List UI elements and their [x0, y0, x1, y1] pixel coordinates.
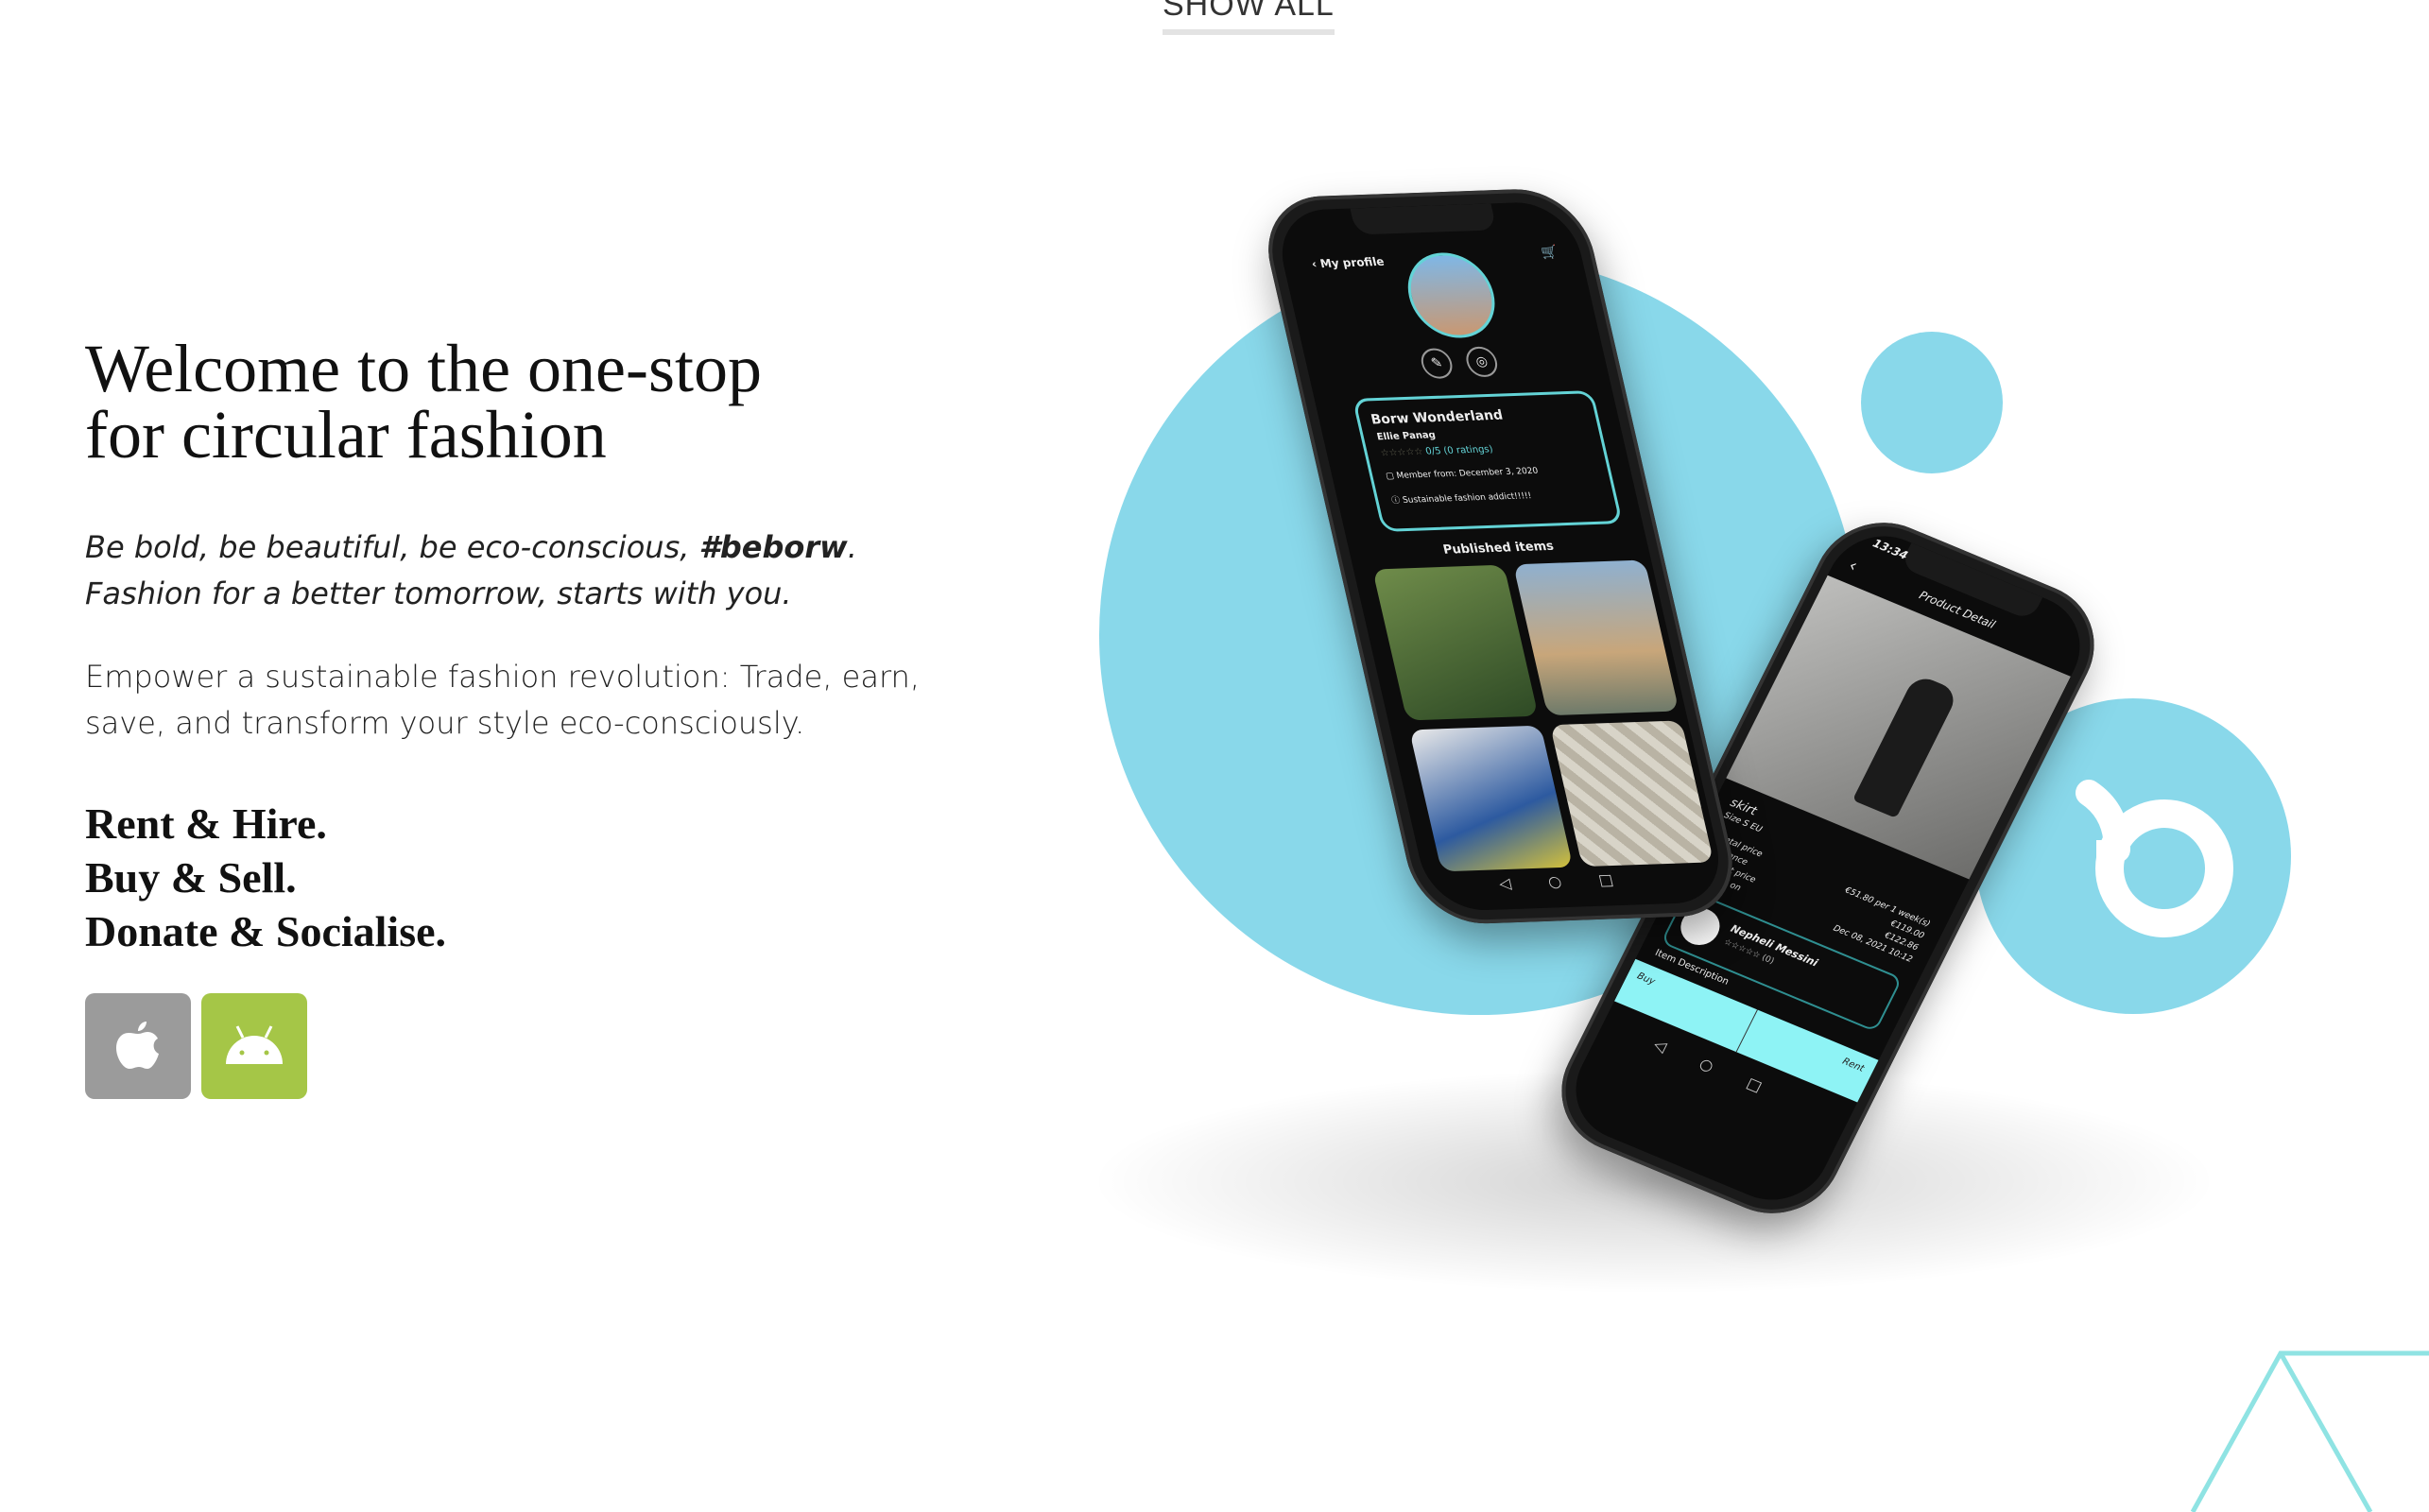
hero-title-line2: for circular fashion [85, 397, 607, 472]
hashtag: #beborw [698, 529, 848, 565]
rating-text: 0/5 (0 ratings) [1424, 444, 1494, 457]
profile-avatar [1399, 250, 1504, 340]
small-blue-circle [1861, 332, 2003, 473]
settings-icon[interactable]: ◎ [1463, 346, 1501, 378]
show-all-link[interactable]: SHOW ALL [1163, 0, 1335, 35]
tagline-period: . [847, 529, 857, 565]
hero-title: Welcome to the one-stop for circular fash… [85, 335, 936, 469]
hero-tagline: Be bold, be beautiful, be eco-conscious,… [85, 524, 1030, 617]
tagline-text: Be bold, be beautiful, be eco-conscious, [85, 529, 699, 565]
member-since: ▢ Member from: December 3, 2020 [1385, 466, 1540, 482]
profile-card: Borw Wonderland Ellie Panag ☆☆☆☆☆ 0/5 (0… [1352, 390, 1624, 532]
google-play-button[interactable] [201, 993, 307, 1099]
action-rent-hire: Rent & Hire. [85, 799, 327, 848]
model-figure [1852, 673, 1960, 818]
hero-description: Empower a sustainable fashion revolution… [85, 654, 1030, 747]
action-buy-sell: Buy & Sell. [85, 853, 297, 902]
published-item-4[interactable] [1549, 720, 1714, 868]
published-item-2[interactable] [1512, 559, 1680, 716]
apple-icon [116, 1022, 159, 1069]
edit-icon[interactable]: ✎ [1418, 348, 1456, 380]
hero-title-line1: Welcome to the one-stop [85, 331, 762, 406]
user-name: Ellie Panag [1375, 430, 1438, 443]
android-nav-bar: ◁○□ [1496, 868, 1653, 893]
bio: ⓘ Sustainable fashion addict!!!!! [1390, 491, 1533, 507]
cart-icon[interactable]: 🛒 [1540, 245, 1559, 261]
description-line1: Empower a sustainable fashion revolution… [85, 659, 920, 695]
app-store-button[interactable] [85, 993, 191, 1099]
bio-text: Sustainable fashion addict!!!!! [1402, 491, 1533, 506]
profile-header: ‹ My profile [1310, 254, 1386, 271]
status-time: 13:34 [1870, 536, 1910, 562]
description-line2: save, and transform your style eco-consc… [85, 705, 805, 741]
rating-stars: ☆☆☆☆☆ 0/5 (0 ratings) [1379, 444, 1494, 459]
android-icon [226, 1025, 283, 1064]
member-since-text: Member from: December 3, 2020 [1395, 466, 1540, 481]
tagline-line2: Fashion for a better tomorrow, starts wi… [85, 576, 792, 611]
seller-review-count: (0) [1760, 953, 1776, 967]
published-item-1[interactable] [1372, 564, 1539, 721]
shop-name: Borw Wonderland [1369, 407, 1505, 428]
action-donate-socialise: Donate & Socialise. [85, 907, 447, 955]
published-item-3[interactable] [1408, 725, 1574, 872]
triangle-outline-icon [2190, 1350, 2429, 1512]
published-items-title: Published items [1441, 539, 1556, 558]
profile-header-label: My profile [1318, 254, 1386, 271]
